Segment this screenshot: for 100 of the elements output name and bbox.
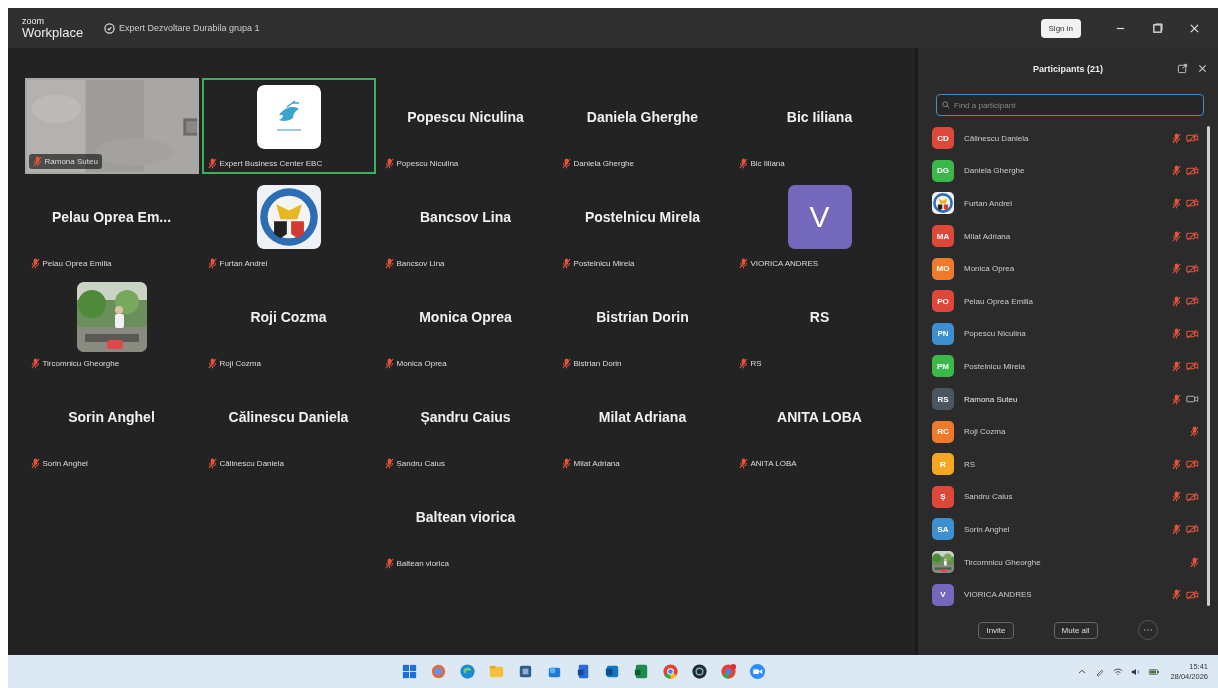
participant-row[interactable]: Tircomnicu Gheorghe bbox=[932, 545, 1207, 579]
video-tile[interactable]: V VIORICA ANDRES bbox=[732, 178, 907, 274]
participant-name: Furtan Andrei bbox=[964, 199, 1014, 208]
video-off-icon[interactable] bbox=[1186, 198, 1199, 209]
participant-name: Bic Iiliana bbox=[786, 109, 853, 125]
name-label: ANITA LOBA bbox=[750, 458, 797, 468]
participant-row[interactable]: Furtan Andrei bbox=[932, 187, 1207, 220]
video-call-icon[interactable] bbox=[748, 662, 767, 681]
video-tile[interactable]: Postelnicu Mirela Postelnicu Mirela bbox=[555, 178, 730, 274]
video-tile[interactable]: Furtan Andrei bbox=[201, 178, 376, 274]
video-off-icon[interactable] bbox=[1186, 361, 1199, 372]
name-label: Daniela Gherghe bbox=[573, 158, 634, 168]
video-off-icon[interactable] bbox=[1186, 263, 1199, 274]
video-tile[interactable]: ANITA LOBA ANITA LOBA bbox=[732, 378, 907, 474]
avatar: RS bbox=[932, 388, 954, 411]
participant-row[interactable]: PN Popescu Niculina bbox=[932, 317, 1207, 351]
video-tile[interactable]: Daniela Gherghe Daniela Gherghe bbox=[555, 78, 730, 174]
search-field[interactable]: Find a participant bbox=[936, 94, 1204, 116]
participant-name: Postelnicu Mirela bbox=[584, 209, 701, 225]
video-off-icon[interactable] bbox=[1186, 231, 1199, 242]
participant-row[interactable]: MO Monica Oprea bbox=[932, 252, 1207, 285]
video-tile[interactable]: Baltean viorica Baltean viorica bbox=[378, 478, 553, 574]
video-off-icon[interactable] bbox=[1186, 296, 1199, 307]
participant-name: RS bbox=[964, 459, 977, 469]
participant-row[interactable]: CD Călinescu Daniela bbox=[932, 122, 1207, 155]
app-icon[interactable] bbox=[690, 662, 709, 681]
video-tile[interactable]: Călinescu Daniela Călinescu Daniela bbox=[201, 378, 376, 474]
participant-name: VIORICA ANDRES bbox=[964, 590, 1033, 600]
video-off-icon[interactable] bbox=[1186, 133, 1199, 144]
video-tile[interactable]: Roji Cozma Roji Cozma bbox=[201, 278, 376, 374]
more-icon bbox=[1142, 628, 1153, 632]
video-tile[interactable]: RS RS bbox=[732, 278, 907, 374]
name-label: Monica Oprea bbox=[396, 358, 447, 368]
participant-name: Sorin Anghel bbox=[68, 409, 155, 425]
sign-in-button[interactable]: Sign in bbox=[1040, 18, 1081, 38]
name-label: Baltean viorica bbox=[396, 558, 449, 568]
participant-name: RS bbox=[809, 309, 830, 325]
mute-all-button[interactable]: Mute all bbox=[1053, 621, 1098, 639]
close-icon[interactable] bbox=[1189, 22, 1200, 34]
avatar: Ș bbox=[932, 485, 954, 508]
participant-name: Pelau Oprea Em... bbox=[51, 209, 172, 225]
video-tile[interactable]: Bic Iiliana Bic Iiliana bbox=[732, 78, 907, 174]
participant-row[interactable]: MA Milat Adriana bbox=[932, 219, 1207, 253]
participant-row[interactable]: R RS bbox=[932, 447, 1207, 481]
video-tile[interactable]: Șandru Caius Șandru Caius bbox=[378, 378, 553, 474]
participant-name: Bistrian Dorin bbox=[596, 309, 689, 325]
browser-icon[interactable] bbox=[719, 662, 738, 681]
name-label: Bistrian Dorin bbox=[573, 358, 622, 368]
crest-icon bbox=[932, 192, 954, 215]
close-icon[interactable] bbox=[1197, 63, 1208, 74]
participant-row[interactable]: PM Postelnicu Mirela bbox=[932, 350, 1207, 383]
app-logo-text: Workplace bbox=[22, 26, 84, 39]
info-icon[interactable] bbox=[104, 22, 115, 34]
video-tile[interactable]: Popescu Niculina Popescu Niculina bbox=[378, 78, 553, 174]
meeting-title: Expert Dezvoltare Durabila grupa 1 bbox=[119, 23, 260, 33]
video-tile[interactable]: Ramona Suteu bbox=[24, 78, 199, 174]
name-label: Sorin Anghel bbox=[42, 458, 88, 468]
participant-name: Bancsov Lina bbox=[420, 209, 511, 225]
participant-row[interactable]: SA Sorin Anghel bbox=[932, 513, 1207, 546]
video-off-icon[interactable] bbox=[1186, 459, 1199, 470]
participant-row[interactable]: Ș Sandru Caius bbox=[932, 480, 1207, 514]
name-label: Pelau Oprea Emilia bbox=[42, 258, 112, 268]
video-off-icon[interactable] bbox=[1186, 328, 1199, 339]
participant-name: Monica Oprea bbox=[964, 264, 1016, 274]
video-tile[interactable]: Sorin Anghel Sorin Anghel bbox=[24, 378, 199, 474]
video-tile[interactable]: Milat Adriana Milat Adriana bbox=[555, 378, 730, 474]
browser-icon[interactable] bbox=[661, 662, 680, 681]
participant-row[interactable]: DG Daniela Gherghe bbox=[932, 154, 1207, 188]
name-label: Furtan Andrei bbox=[219, 258, 268, 268]
participant-row[interactable]: RC Roji Cozma bbox=[932, 415, 1207, 448]
video-off-icon[interactable] bbox=[1186, 491, 1199, 502]
pop-out-icon[interactable] bbox=[1177, 63, 1188, 74]
participant-name: ANITA LOBA bbox=[777, 409, 862, 425]
colorful-circle-icon[interactable] bbox=[429, 662, 448, 681]
name-label: Călinescu Daniela bbox=[219, 458, 284, 468]
name-label: Bic Iiliana bbox=[750, 158, 785, 168]
video-tile[interactable]: Monica Oprea Monica Oprea bbox=[378, 278, 553, 374]
participant-row[interactable]: V VIORICA ANDRES bbox=[932, 578, 1207, 611]
video-off-icon[interactable] bbox=[1186, 589, 1199, 600]
video-tile[interactable]: Bancsov Lina Bancsov Lina bbox=[378, 178, 553, 274]
browser-icon[interactable] bbox=[458, 662, 477, 681]
avatar: DG bbox=[932, 159, 954, 182]
participant-name: Călinescu Daniela bbox=[228, 409, 349, 425]
video-tile[interactable]: Bistrian Dorin Bistrian Dorin bbox=[555, 278, 730, 374]
name-label: Tircomnicu Gheorghe bbox=[42, 358, 120, 368]
video-icon[interactable] bbox=[1186, 394, 1199, 405]
video-off-icon[interactable] bbox=[1186, 524, 1199, 535]
maximize-icon[interactable] bbox=[1152, 22, 1163, 34]
start-icon[interactable] bbox=[400, 662, 419, 681]
avatar: V bbox=[932, 583, 954, 606]
search-icon bbox=[942, 101, 950, 109]
video-tile[interactable]: Pelau Oprea Em... Pelau Oprea Emilia bbox=[24, 178, 199, 274]
participant-row[interactable]: PO Pelau Oprea Emilia bbox=[932, 284, 1207, 318]
video-tile[interactable]: Tircomnicu Gheorghe bbox=[24, 278, 199, 374]
scrollbar[interactable] bbox=[1207, 126, 1210, 606]
video-tile[interactable]: Expert Business Center EBC bbox=[201, 78, 376, 174]
participant-row[interactable]: RS Ramona Suteu bbox=[932, 382, 1207, 416]
invite-button[interactable]: Invite bbox=[978, 621, 1014, 639]
participant-name: Sorin Anghel bbox=[964, 524, 1011, 534]
video-off-icon[interactable] bbox=[1186, 165, 1199, 176]
